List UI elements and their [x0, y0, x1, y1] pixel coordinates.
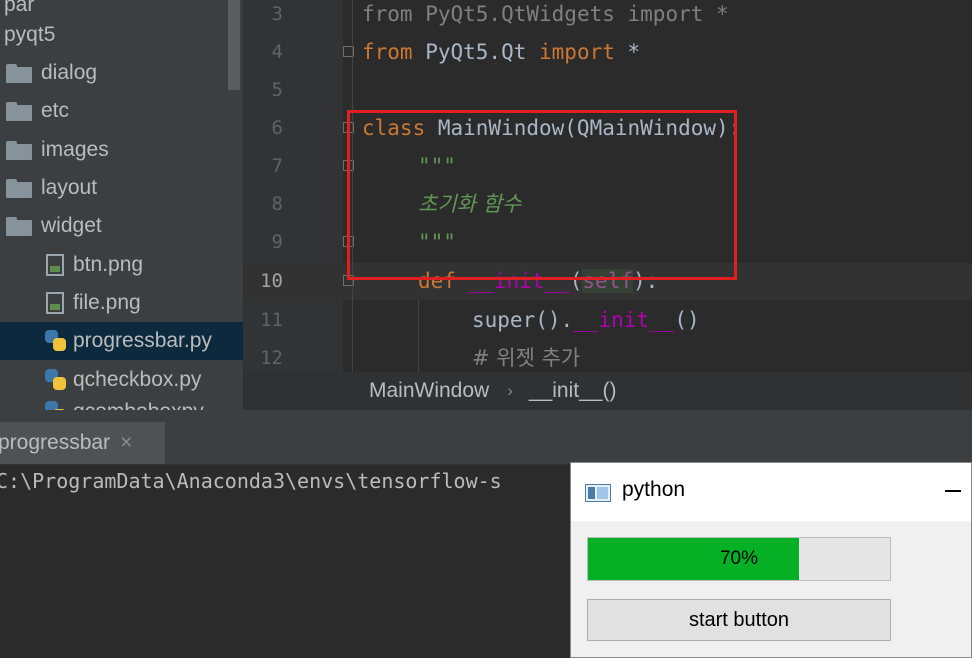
code-line-4: from PyQt5.Qt import *	[362, 33, 640, 71]
tree-item-dialog[interactable]: dialog	[6, 54, 97, 92]
breadcrumb-item-method[interactable]: __init__()	[529, 379, 617, 403]
code-keyword: from	[362, 40, 413, 64]
tree-item-etc[interactable]: etc	[6, 92, 69, 130]
start-button[interactable]: start button	[587, 599, 891, 641]
close-icon[interactable]: ×	[120, 431, 132, 455]
line-number: 11	[260, 309, 283, 331]
line-number-current: 10	[260, 270, 283, 292]
tree-item-label: file.png	[73, 291, 141, 314]
breadcrumb-separator-icon: ›	[507, 381, 513, 400]
project-tree: par pyqt5 dialog etc images layout widge…	[0, 0, 243, 410]
progress-bar-text: 70%	[719, 548, 759, 569]
tree-item-partial-bottom[interactable]: qcomboboxpy	[44, 393, 204, 410]
code-token: *	[703, 2, 729, 26]
run-tab-bar: progressbar ×	[0, 422, 972, 465]
python-file-icon	[44, 400, 68, 410]
line-number: 9	[271, 231, 283, 253]
code-token: *	[614, 40, 641, 64]
tree-item-progressbar-py[interactable]: progressbar.py	[0, 322, 243, 360]
code-token: PyQt5.QtWidgets	[412, 2, 628, 26]
progress-bar: 70%	[587, 537, 891, 581]
code-line-11: super().__init__()	[472, 301, 700, 339]
tree-item-label: pyqt5	[4, 23, 56, 46]
line-number: 6	[271, 117, 283, 139]
image-file-icon	[46, 292, 64, 314]
tree-item-label: qcheckbox.py	[73, 368, 202, 391]
panel-divider[interactable]	[0, 410, 972, 422]
code-token: PyQt5.Qt	[412, 40, 540, 64]
window-title-bar[interactable]: python	[571, 463, 971, 521]
code-token: super().	[472, 308, 574, 332]
folder-icon	[6, 63, 32, 83]
line-number: 3	[271, 3, 283, 25]
tree-item-label: images	[41, 138, 109, 161]
run-tab-progressbar[interactable]: progressbar ×	[0, 422, 165, 464]
tree-item-btn-png[interactable]: btn.png	[46, 246, 143, 284]
code-token: from	[362, 2, 413, 26]
tree-item-label: qcomboboxpy	[73, 400, 204, 410]
tree-item-label: par	[4, 0, 35, 16]
tree-item-images[interactable]: images	[6, 131, 109, 169]
python-file-icon	[44, 329, 68, 353]
window-title: python	[622, 478, 686, 501]
breadcrumb: MainWindow › __init__()	[243, 372, 972, 410]
folder-icon	[6, 101, 32, 121]
line-number: 7	[271, 155, 283, 177]
code-line-3: from PyQt5.QtWidgets import *	[362, 0, 729, 33]
tree-item-label: layout	[41, 176, 98, 199]
folder-icon	[6, 178, 32, 198]
indent-guide	[418, 300, 419, 372]
console-output-line: C:\ProgramData\Anaconda3\envs\tensorflow…	[0, 469, 502, 493]
tree-item-layout[interactable]: layout	[6, 169, 97, 207]
annotation-highlight-box	[347, 110, 737, 280]
python-app-window: python 70% start button	[570, 462, 972, 658]
tree-item-label: progressbar.py	[73, 329, 212, 352]
run-tab-label: progressbar	[0, 431, 111, 454]
tree-item-file-png[interactable]: file.png	[46, 284, 141, 322]
folder-icon	[6, 216, 32, 236]
code-magic-name: __init__	[573, 308, 675, 332]
code-keyword: import	[539, 40, 615, 64]
tree-item-label: widget	[41, 214, 102, 237]
tree-scrollbar[interactable]	[228, 0, 240, 90]
code-token: ()	[674, 308, 700, 332]
line-number: 4	[271, 41, 283, 63]
tree-item-label: etc	[41, 99, 70, 122]
tree-item-root[interactable]: pyqt5	[4, 16, 55, 54]
app-icon	[585, 484, 611, 502]
image-file-icon	[46, 254, 64, 276]
code-token: import	[627, 2, 704, 26]
line-number: 5	[271, 79, 283, 101]
tree-item-widget[interactable]: widget	[6, 207, 102, 245]
python-file-icon	[44, 368, 68, 392]
tree-item-label: dialog	[41, 61, 98, 84]
line-number: 8	[271, 193, 283, 215]
minimize-icon[interactable]	[945, 490, 961, 492]
tree-item-label: btn.png	[73, 253, 144, 276]
breadcrumb-item-class[interactable]: MainWindow	[369, 379, 489, 403]
folder-icon	[6, 140, 32, 160]
